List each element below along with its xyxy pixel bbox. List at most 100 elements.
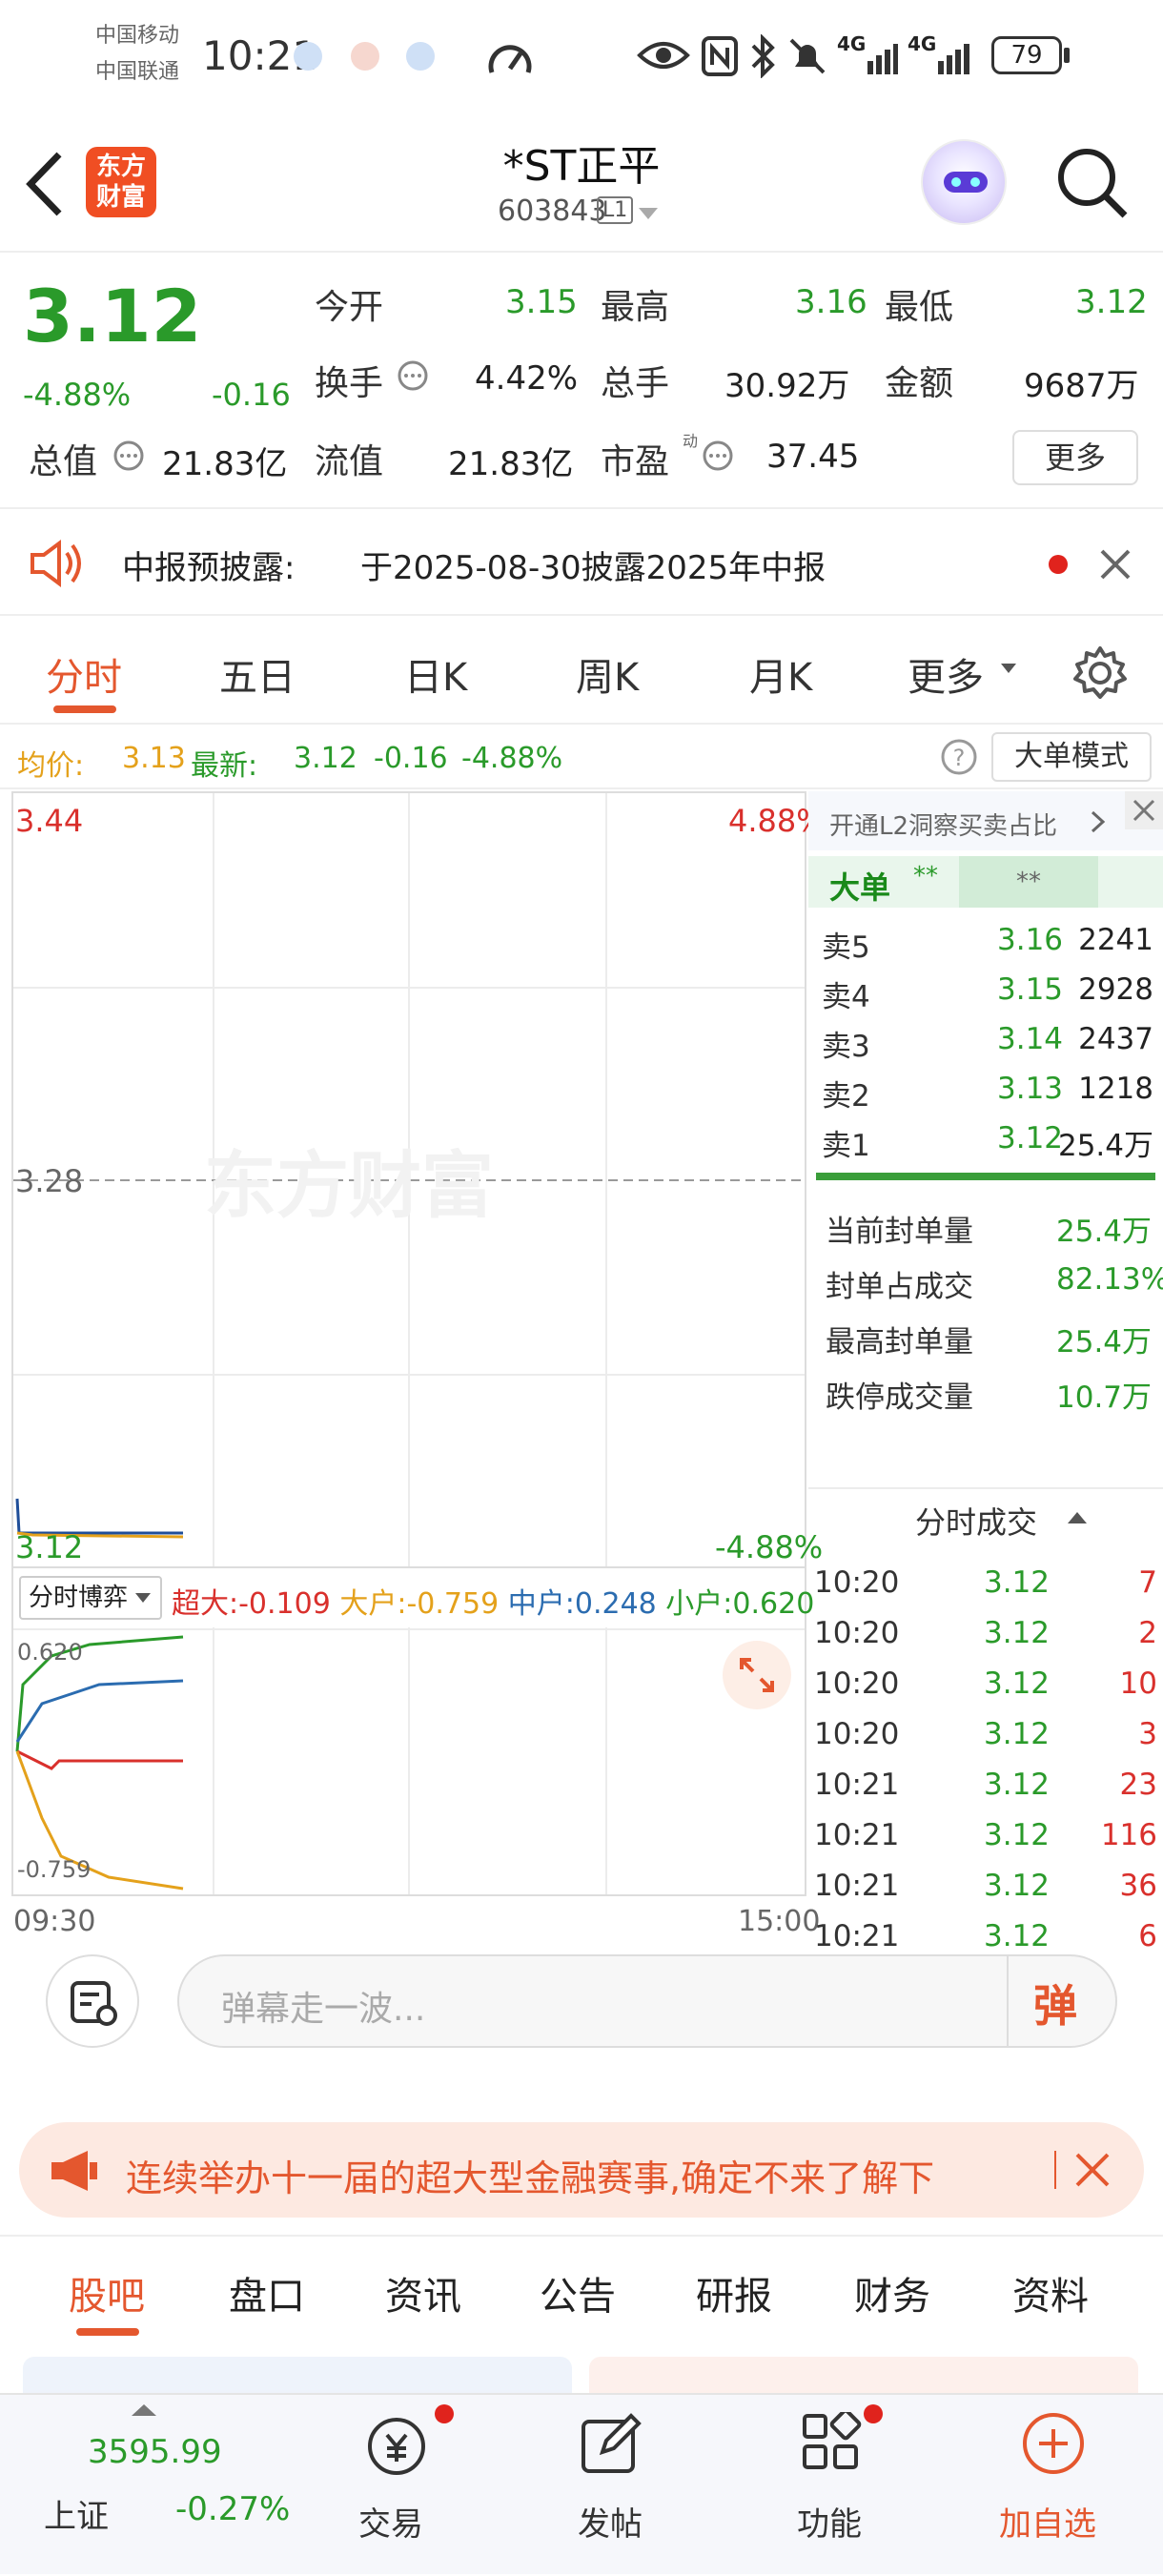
watermark: 东方财富 [204,1143,494,1228]
speed-icon [488,45,532,73]
y-top-label: 3.44 [15,803,84,839]
tab-research[interactable]: 研报 [696,2265,772,2320]
x-start-label: 09:30 [13,1905,96,1938]
info-icon[interactable] [112,440,145,472]
trade-price: 3.12 [984,1818,1051,1852]
flow-mid-value: 0.248 [574,1587,657,1621]
unread-dot [1049,555,1068,574]
close-icon[interactable] [1098,547,1132,582]
open-value: 3.15 [505,283,578,321]
index-ticker[interactable]: 3595.99 上证 -0.27% [38,2395,290,2576]
robot-avatar[interactable] [921,139,1007,225]
close-promo-button[interactable] [1125,791,1163,829]
trade-volume: 3 [1138,1717,1157,1751]
brand-logo[interactable]: 东方 财富 [86,147,156,217]
tab-more[interactable]: 更多 [908,646,984,702]
tab-profile[interactable]: 资料 [1012,2265,1089,2320]
badge-dot [435,2404,454,2423]
help-icon[interactable]: ? [940,738,978,776]
nav-trade[interactable]: 交易 [299,2395,490,2576]
info-icon[interactable] [397,359,429,392]
tab-finance[interactable]: 财务 [854,2265,930,2320]
trade-price: 3.12 [984,1666,1051,1701]
chg-value: -0.16 [374,742,448,775]
divider [808,1487,1163,1489]
high-label: 最高 [601,288,670,327]
bottom-nav: 3595.99 上证 -0.27% 交易 发帖 功能 加自选 [0,2393,1163,2574]
danmu-send-button[interactable]: 弹 [1033,1972,1094,2032]
nav-post-label: 发帖 [578,2505,643,2544]
trade-price: 3.12 [984,1869,1051,1903]
flow-select-label: 分时博弈 [29,1584,129,1612]
limit-down-bar [816,1173,1155,1180]
trade-time: 10:21 [814,1869,900,1903]
promo-banner[interactable]: 连续举办十一届的超大型金融赛事,确定不来了解下 [19,2122,1144,2218]
back-icon[interactable] [23,151,65,217]
trade-volume: 6 [1138,1919,1157,1953]
l2-promo[interactable]: 开通L2洞察买卖占比 [808,791,1163,850]
trade-volume: 23 [1119,1768,1157,1802]
seal-stat-row: 跌停成交量 10.7万 [808,1367,1163,1417]
flow-small-value: 0.620 [732,1587,815,1621]
tab-intraday[interactable]: 分时 [46,646,122,702]
high-value: 3.16 [795,283,867,321]
trade-price: 3.12 [984,1717,1051,1751]
tab-weekly-k[interactable]: 周K [576,646,639,702]
notice-bar[interactable]: 中报预披露: 于2025-08-30披露2025年中报 [0,507,1163,616]
tab-forum[interactable]: 股吧 [69,2265,145,2320]
pct-bottom-label: -4.88% [715,1529,824,1565]
trades-title: 分时成交 [915,1504,1038,1541]
intraday-chart[interactable]: 东方财富 3.44 4.88% 3.28 3.12 -4.88% [11,791,826,1568]
ask-price: 3.13 [997,1072,1064,1106]
market-cap-value: 21.83亿 [162,445,288,483]
danmu-input[interactable]: 弹幕走一波... 弹 [177,1954,1117,2048]
tab-news[interactable]: 资讯 [385,2265,461,2320]
search-icon[interactable] [1054,145,1131,221]
chevron-down-icon [135,1593,151,1603]
tab-daily-k[interactable]: 日K [404,646,467,702]
notice-text: 于2025-08-30披露2025年中报 [360,549,826,587]
flow-small-label: 小户: [665,1587,733,1621]
info-icon[interactable] [702,440,734,472]
nav-post[interactable]: 发帖 [515,2395,705,2576]
trade-time: 10:20 [814,1616,900,1650]
danmu-settings-button[interactable] [46,1954,139,2048]
seal-stat-row: 最高封单量 25.4万 [808,1312,1163,1361]
expand-button[interactable] [723,1641,791,1709]
gear-icon[interactable] [1071,644,1129,702]
flow-values: 超大:-0.109 大户:-0.759 中户:0.248 小户:0.620 [172,1580,814,1622]
level-badge[interactable]: L1 [597,196,634,224]
flow-legend: 分时博弈 超大:-0.109 大户:-0.759 中户:0.248 小户:0.6… [11,1568,814,1627]
tab-five-day[interactable]: 五日 [219,646,296,702]
big-order-mode-button[interactable]: 大单模式 [991,732,1152,782]
trade-volume: 10 [1119,1666,1157,1701]
big-order-value-2: ** [959,856,1098,908]
ask-volume: 2241 [1078,923,1153,957]
last-label: 最新: [191,749,258,783]
flow-select[interactable]: 分时博弈 [19,1576,162,1620]
close-icon[interactable] [1073,2151,1112,2189]
pe-dynamic-tag: 动 [683,432,699,450]
tab-handicap[interactable]: 盘口 [229,2265,305,2320]
flow-xl-value: -0.109 [238,1587,331,1621]
market-cap-label: 总值 [29,442,98,481]
turnover-label: 换手 [315,364,384,403]
grid-icon [803,2412,862,2469]
flow-subchart[interactable]: 0.620 -0.759 [11,1627,806,1896]
bluetooth-icon [751,34,775,78]
tab-announcements[interactable]: 公告 [540,2265,616,2320]
nav-functions-label: 功能 [797,2505,862,2544]
nav-add-watchlist[interactable]: 加自选 [957,2395,1148,2576]
ask-label: 卖1 [822,1129,870,1163]
mute-icon [789,38,826,74]
quote-panel: 3.12 -4.88% -0.16 今开 3.15 最高 3.16 最低 3.1… [0,253,1163,505]
seal-stat-label: 封单占成交 [826,1270,973,1304]
more-quote-button[interactable]: 更多 [1012,430,1138,485]
ask-row: 卖5 3.16 2241 [808,917,1163,967]
tab-monthly-k[interactable]: 月K [749,646,812,702]
chevron-down-icon[interactable] [637,206,660,221]
ask-row: 卖1 3.12 25.4万 [808,1115,1163,1165]
nav-functions[interactable]: 功能 [734,2395,925,2576]
caret-up-icon[interactable] [1066,1510,1089,1525]
divider [1007,1956,1009,2046]
